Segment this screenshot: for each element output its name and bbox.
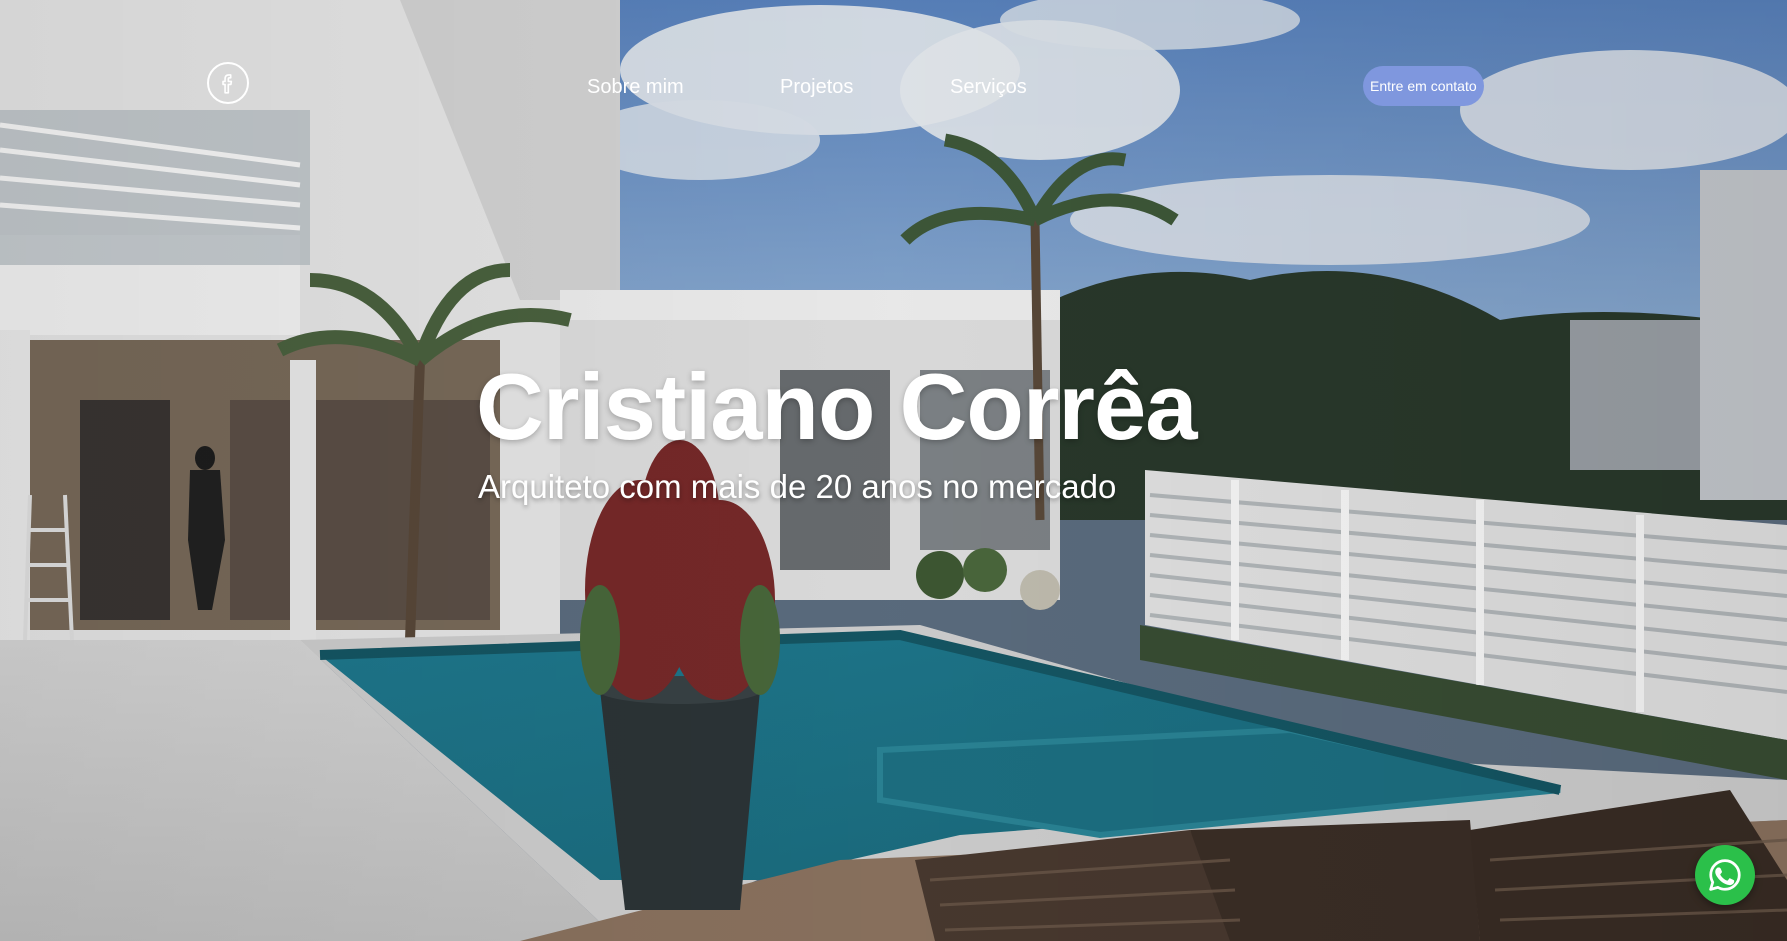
hero-section: Sobre mim Projetos Serviços Entre em con…: [0, 0, 1787, 941]
nav-link-sobre-mim[interactable]: Sobre mim: [587, 72, 684, 102]
nav-link-projetos[interactable]: Projetos: [780, 72, 853, 102]
whatsapp-button[interactable]: [1695, 845, 1755, 905]
whatsapp-icon: [1709, 859, 1741, 891]
hero-subtitle: Arquiteto com mais de 20 anos no mercado: [478, 468, 1117, 505]
hero-title: Cristiano Corrêa: [476, 354, 1198, 459]
contact-button[interactable]: Entre em contato: [1363, 66, 1484, 106]
nav-link-servicos[interactable]: Serviços: [950, 72, 1027, 102]
main-nav: Sobre mim Projetos Serviços: [0, 72, 1787, 102]
